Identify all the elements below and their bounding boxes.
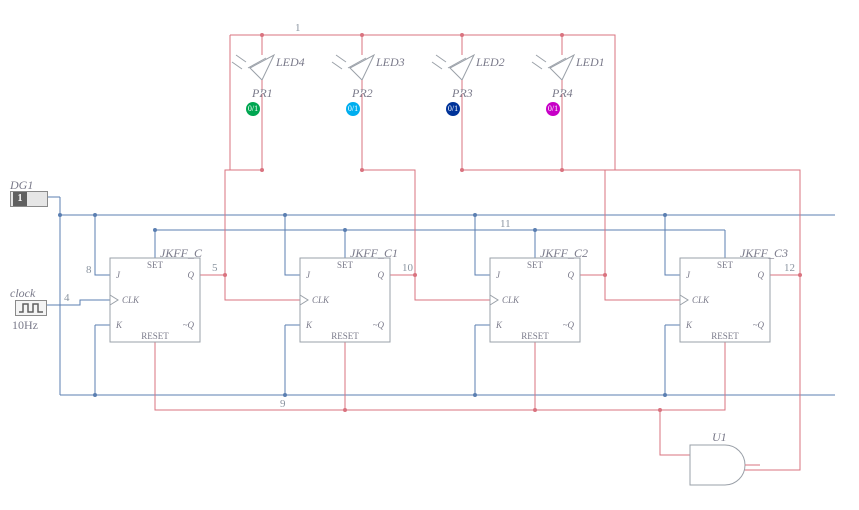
jkff-c3: SET RESET J CLK K Q ~Q: [680, 258, 770, 342]
svg-text:CLK: CLK: [502, 295, 520, 305]
label-led4: LED4: [276, 55, 305, 70]
svg-text:RESET: RESET: [521, 331, 549, 341]
svg-text:Q: Q: [378, 270, 385, 280]
svg-text:RESET: RESET: [711, 331, 739, 341]
led2: [432, 35, 474, 80]
label-led1: LED1: [576, 55, 605, 70]
jkff-c1: SET RESET J CLK K Q ~Q: [300, 258, 390, 342]
svg-text:~Q: ~Q: [753, 320, 765, 330]
wire-net9: [155, 342, 690, 455]
label-jkff-c: JKFF_C: [160, 246, 202, 261]
svg-text:RESET: RESET: [141, 331, 169, 341]
label-u1: U1: [712, 430, 727, 445]
dg1-value: 1: [13, 192, 27, 206]
label-clock-freq: 10Hz: [12, 318, 38, 333]
wire-net4: [47, 300, 110, 305]
net-1: 1: [295, 22, 301, 34]
label-clock: clock: [10, 286, 35, 301]
svg-text:CLK: CLK: [122, 295, 140, 305]
label-jkff-c2: JKFF_C2: [540, 246, 588, 261]
wire-net5: [200, 275, 300, 300]
probe-pr3[interactable]: 0/1: [446, 102, 460, 116]
probe-pr1[interactable]: 0/1: [246, 102, 260, 116]
svg-text:K: K: [685, 320, 693, 330]
label-jkff-c1: JKFF_C1: [350, 246, 398, 261]
label-led3: LED3: [376, 55, 405, 70]
net-8: 8: [86, 264, 92, 276]
svg-text:Q: Q: [568, 270, 575, 280]
led1: [532, 35, 574, 80]
led3: [332, 35, 374, 80]
and-gate-u1: [690, 445, 760, 485]
svg-text:~Q: ~Q: [373, 320, 385, 330]
label-led2: LED2: [476, 55, 505, 70]
svg-text:K: K: [115, 320, 123, 330]
jkff-c: SET RESET J CLK K Q ~Q: [110, 258, 200, 342]
net-11: 11: [500, 218, 511, 230]
dg1-source[interactable]: 1: [10, 191, 48, 207]
svg-text:K: K: [495, 320, 503, 330]
svg-text:Q: Q: [188, 270, 195, 280]
svg-text:CLK: CLK: [312, 295, 330, 305]
svg-text:SET: SET: [147, 260, 164, 270]
net-10: 10: [402, 262, 413, 274]
svg-text:SET: SET: [337, 260, 354, 270]
wire-net10: [390, 275, 490, 300]
svg-text:SET: SET: [527, 260, 544, 270]
net-12: 12: [784, 262, 795, 274]
svg-text:Q: Q: [758, 270, 765, 280]
svg-text:~Q: ~Q: [183, 320, 195, 330]
svg-text:CLK: CLK: [692, 295, 710, 305]
net-4: 4: [64, 292, 70, 304]
label-jkff-c3: JKFF_C3: [740, 246, 788, 261]
led4: [232, 35, 274, 80]
probe-pr2[interactable]: 0/1: [346, 102, 360, 116]
svg-text:SET: SET: [717, 260, 734, 270]
jkff-c2: SET RESET J CLK K Q ~Q: [490, 258, 580, 342]
clock-source[interactable]: [15, 300, 47, 316]
svg-text:~Q: ~Q: [563, 320, 575, 330]
probe-pr4[interactable]: 0/1: [546, 102, 560, 116]
schematic-canvas: .w-red { stroke:#d9737f; stroke-width:1;…: [0, 0, 859, 510]
svg-text:K: K: [305, 320, 313, 330]
net-5: 5: [212, 262, 218, 274]
svg-text:RESET: RESET: [331, 331, 359, 341]
net-9: 9: [280, 398, 286, 410]
